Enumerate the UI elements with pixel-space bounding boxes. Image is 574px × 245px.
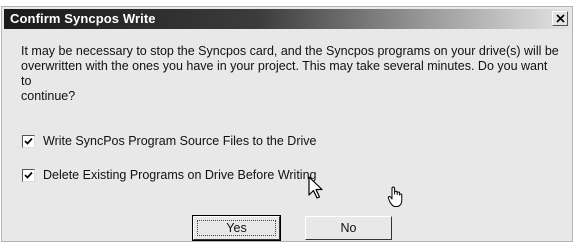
no-button-label: No [340, 221, 357, 235]
confirm-dialog: Confirm Syncpos Write It may be necessar… [1, 6, 573, 242]
delete-existing-programs-option[interactable]: Delete Existing Programs on Drive Before… [22, 167, 317, 183]
focus-indicator [197, 220, 276, 236]
checkmark-icon [24, 171, 33, 179]
write-source-files-checkbox[interactable] [22, 134, 35, 148]
delete-existing-programs-label: Delete Existing Programs on Drive Before… [43, 168, 317, 182]
checkmark-icon [24, 137, 33, 145]
delete-existing-programs-checkbox[interactable] [22, 168, 35, 182]
arrow-cursor-icon [308, 176, 323, 199]
close-button[interactable] [552, 11, 568, 26]
write-source-files-label: Write SyncPos Program Source Files to th… [43, 134, 317, 148]
yes-button[interactable]: Yes [192, 215, 281, 241]
hand-cursor-icon [387, 186, 403, 207]
write-source-files-option[interactable]: Write SyncPos Program Source Files to th… [22, 133, 316, 149]
dialog-title: Confirm Syncpos Write [10, 11, 156, 26]
no-button[interactable]: No [305, 216, 392, 240]
close-icon [556, 14, 565, 23]
title-bar[interactable]: Confirm Syncpos Write [4, 9, 570, 29]
dialog-message: It may be necessary to stop the Syncpos … [21, 44, 559, 103]
